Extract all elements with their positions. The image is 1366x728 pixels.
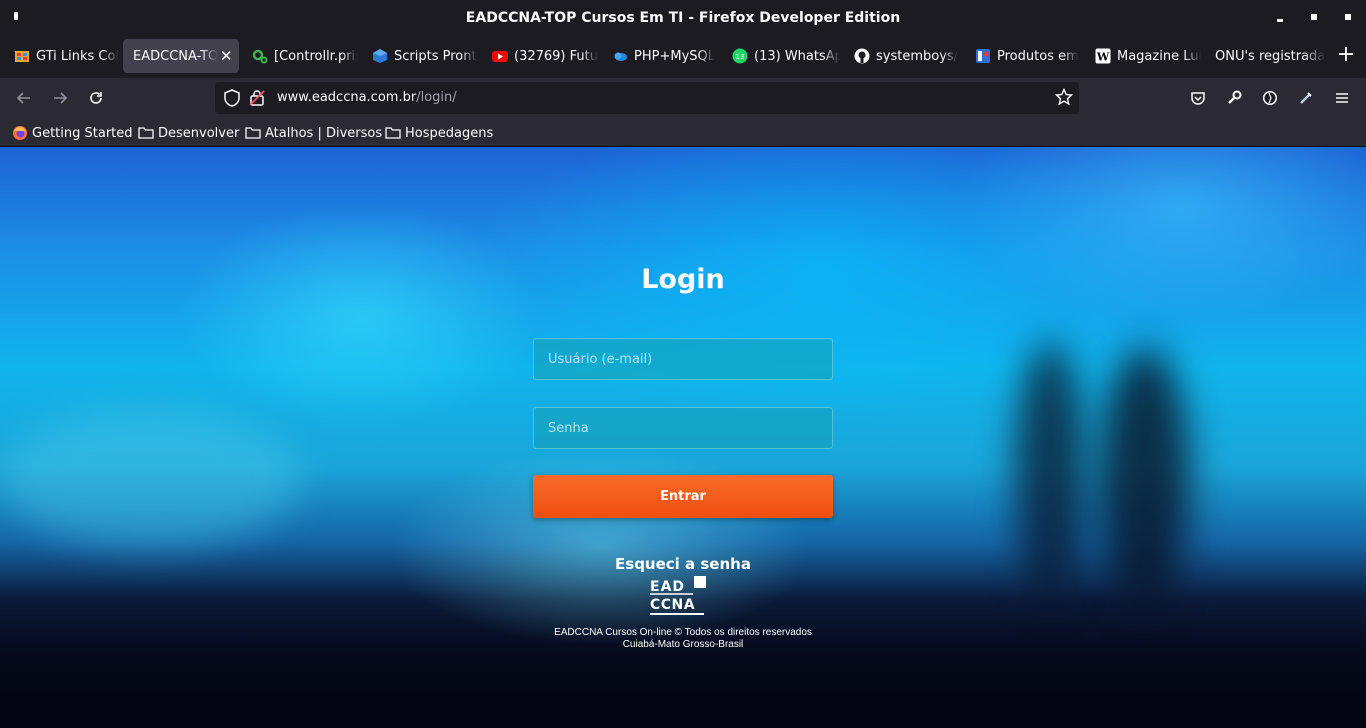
wrench-icon	[1228, 90, 1242, 104]
reload-button[interactable]	[84, 86, 108, 110]
footer-copyright: EADCCNA Cursos On-line © Todos os direit…	[554, 627, 812, 638]
youtube-icon	[492, 48, 508, 64]
url-bar[interactable]: www.eadccna.com.br/login/	[215, 82, 1079, 114]
reload-icon	[90, 92, 102, 104]
folder-grid-icon	[14, 48, 30, 64]
bookmarks-toolbar: Getting Started Desenvolver Atalhos | Di…	[0, 118, 1366, 147]
url-host: www.eadccna.com.br	[277, 90, 417, 105]
tab-label: Magazine Lui	[1117, 48, 1201, 64]
tab-youtube[interactable]: (32769) Futu	[482, 39, 598, 73]
tab-eadccna-top[interactable]: EADCCNA-TOP ✕	[123, 39, 239, 73]
login-page: Login Entrar Esqueci a senha EAD CCNA EA…	[0, 147, 1366, 728]
login-title: Login	[641, 264, 725, 295]
window-menu-icon[interactable]	[14, 12, 18, 20]
bookmark-getting-started[interactable]: Getting Started	[12, 123, 133, 143]
cube-icon	[372, 48, 388, 64]
app-menu-button[interactable]	[1330, 86, 1354, 110]
tab-label: GTi Links Col	[36, 48, 120, 64]
tab-onus[interactable]: ONU's registrada	[1205, 39, 1325, 73]
bookmark-folder-atalhos[interactable]: Atalhos | Diversos	[245, 123, 382, 143]
folder-icon	[138, 125, 154, 141]
github-icon	[854, 48, 870, 64]
footer-location: Cuiabá-Mato Grosso-Brasil	[622, 639, 744, 650]
arrow-right-icon	[54, 92, 68, 104]
bookmark-folder-hospedagens[interactable]: Hospedagens	[385, 123, 493, 143]
dev-tools-button[interactable]	[1222, 86, 1246, 110]
bookmark-folder-desenvolver[interactable]: Desenvolver	[138, 123, 239, 143]
window-title: EADCCNA-TOP Cursos Em TI - Firefox Devel…	[465, 9, 901, 26]
background-blur	[0, 407, 300, 547]
extension-icon	[1263, 91, 1277, 105]
pocket-icon	[1191, 92, 1205, 105]
tab-label: (13) WhatsAp	[754, 48, 840, 64]
folder-icon	[385, 125, 401, 141]
tab-label: Scripts Pront	[394, 48, 477, 64]
forward-button[interactable]	[48, 86, 72, 110]
bookmark-label: Desenvolver	[158, 125, 240, 141]
forgot-password-link[interactable]: Esqueci a senha	[0, 555, 1366, 573]
tab-magazine[interactable]: W Magazine Lui	[1085, 39, 1201, 73]
password-input[interactable]	[533, 407, 833, 449]
close-tab-icon[interactable]: ✕	[220, 47, 233, 65]
tab-label: systemboys/	[876, 48, 959, 64]
firefox-icon	[12, 125, 28, 141]
whatsapp-icon: 13	[732, 48, 748, 64]
url-text[interactable]: www.eadccna.com.br/login/	[277, 90, 457, 105]
insecure-lock-icon[interactable]	[249, 89, 265, 111]
svg-text:13: 13	[736, 53, 745, 61]
store-icon	[975, 48, 991, 64]
tab-gti-links[interactable]: GTi Links Col	[4, 39, 122, 73]
bookmark-label: Atalhos | Diversos	[265, 125, 383, 141]
navigation-toolbar: www.eadccna.com.br/login/	[0, 78, 1366, 118]
tab-strip: GTi Links Col EADCCNA-TOP ✕ [Controllr.p…	[0, 35, 1366, 78]
minimize-button[interactable]	[1272, 10, 1288, 24]
hamburger-menu-icon	[1336, 93, 1348, 103]
login-submit-button[interactable]: Entrar	[533, 475, 833, 518]
window-titlebar: EADCCNA-TOP Cursos Em TI - Firefox Devel…	[0, 0, 1366, 35]
bookmark-star-icon[interactable]	[1054, 87, 1074, 110]
tab-label: (32769) Futu	[514, 48, 598, 64]
tab-label: [Controllr.pris	[274, 48, 358, 64]
username-input[interactable]	[533, 338, 833, 380]
tab-php-mysql[interactable]: PHP+MySQL	[602, 39, 718, 73]
logo-text-bottom: CCNA	[650, 597, 695, 613]
tab-whatsapp[interactable]: 13 (13) WhatsAp	[722, 39, 840, 73]
tab-label: Produtos em	[997, 48, 1079, 64]
tab-label: ONU's registrada	[1215, 48, 1325, 64]
url-path: /login/	[416, 90, 457, 105]
arrow-left-icon	[16, 92, 30, 104]
tab-controllr[interactable]: [Controllr.pris	[242, 39, 358, 73]
back-button[interactable]	[12, 86, 36, 110]
tab-github[interactable]: systemboys/	[844, 39, 960, 73]
tab-label: EADCCNA-TOP	[133, 48, 218, 64]
folder-icon	[245, 125, 261, 141]
logo-text-top: EAD	[650, 579, 685, 595]
tab-scripts-prontos[interactable]: Scripts Pront	[362, 39, 478, 73]
eyedropper-icon	[1300, 92, 1312, 104]
cloud-icon	[612, 48, 628, 64]
gear-green-icon	[252, 48, 268, 64]
tab-label: PHP+MySQL	[634, 48, 715, 64]
maximize-button[interactable]	[1306, 10, 1322, 24]
new-tab-button[interactable]: +	[1335, 43, 1357, 69]
close-window-button[interactable]	[1340, 10, 1356, 24]
svg-text:W: W	[1096, 51, 1110, 64]
tracking-shield-icon[interactable]	[223, 89, 241, 111]
extension-button[interactable]	[1258, 86, 1282, 110]
bookmark-label: Hospedagens	[405, 125, 494, 141]
color-picker-button[interactable]	[1294, 86, 1318, 110]
wikipedia-icon: W	[1095, 48, 1111, 64]
pocket-button[interactable]	[1186, 86, 1210, 110]
bookmark-label: Getting Started	[32, 125, 133, 141]
tab-produtos[interactable]: Produtos em	[965, 39, 1081, 73]
eadccna-logo: EAD CCNA	[649, 576, 707, 618]
